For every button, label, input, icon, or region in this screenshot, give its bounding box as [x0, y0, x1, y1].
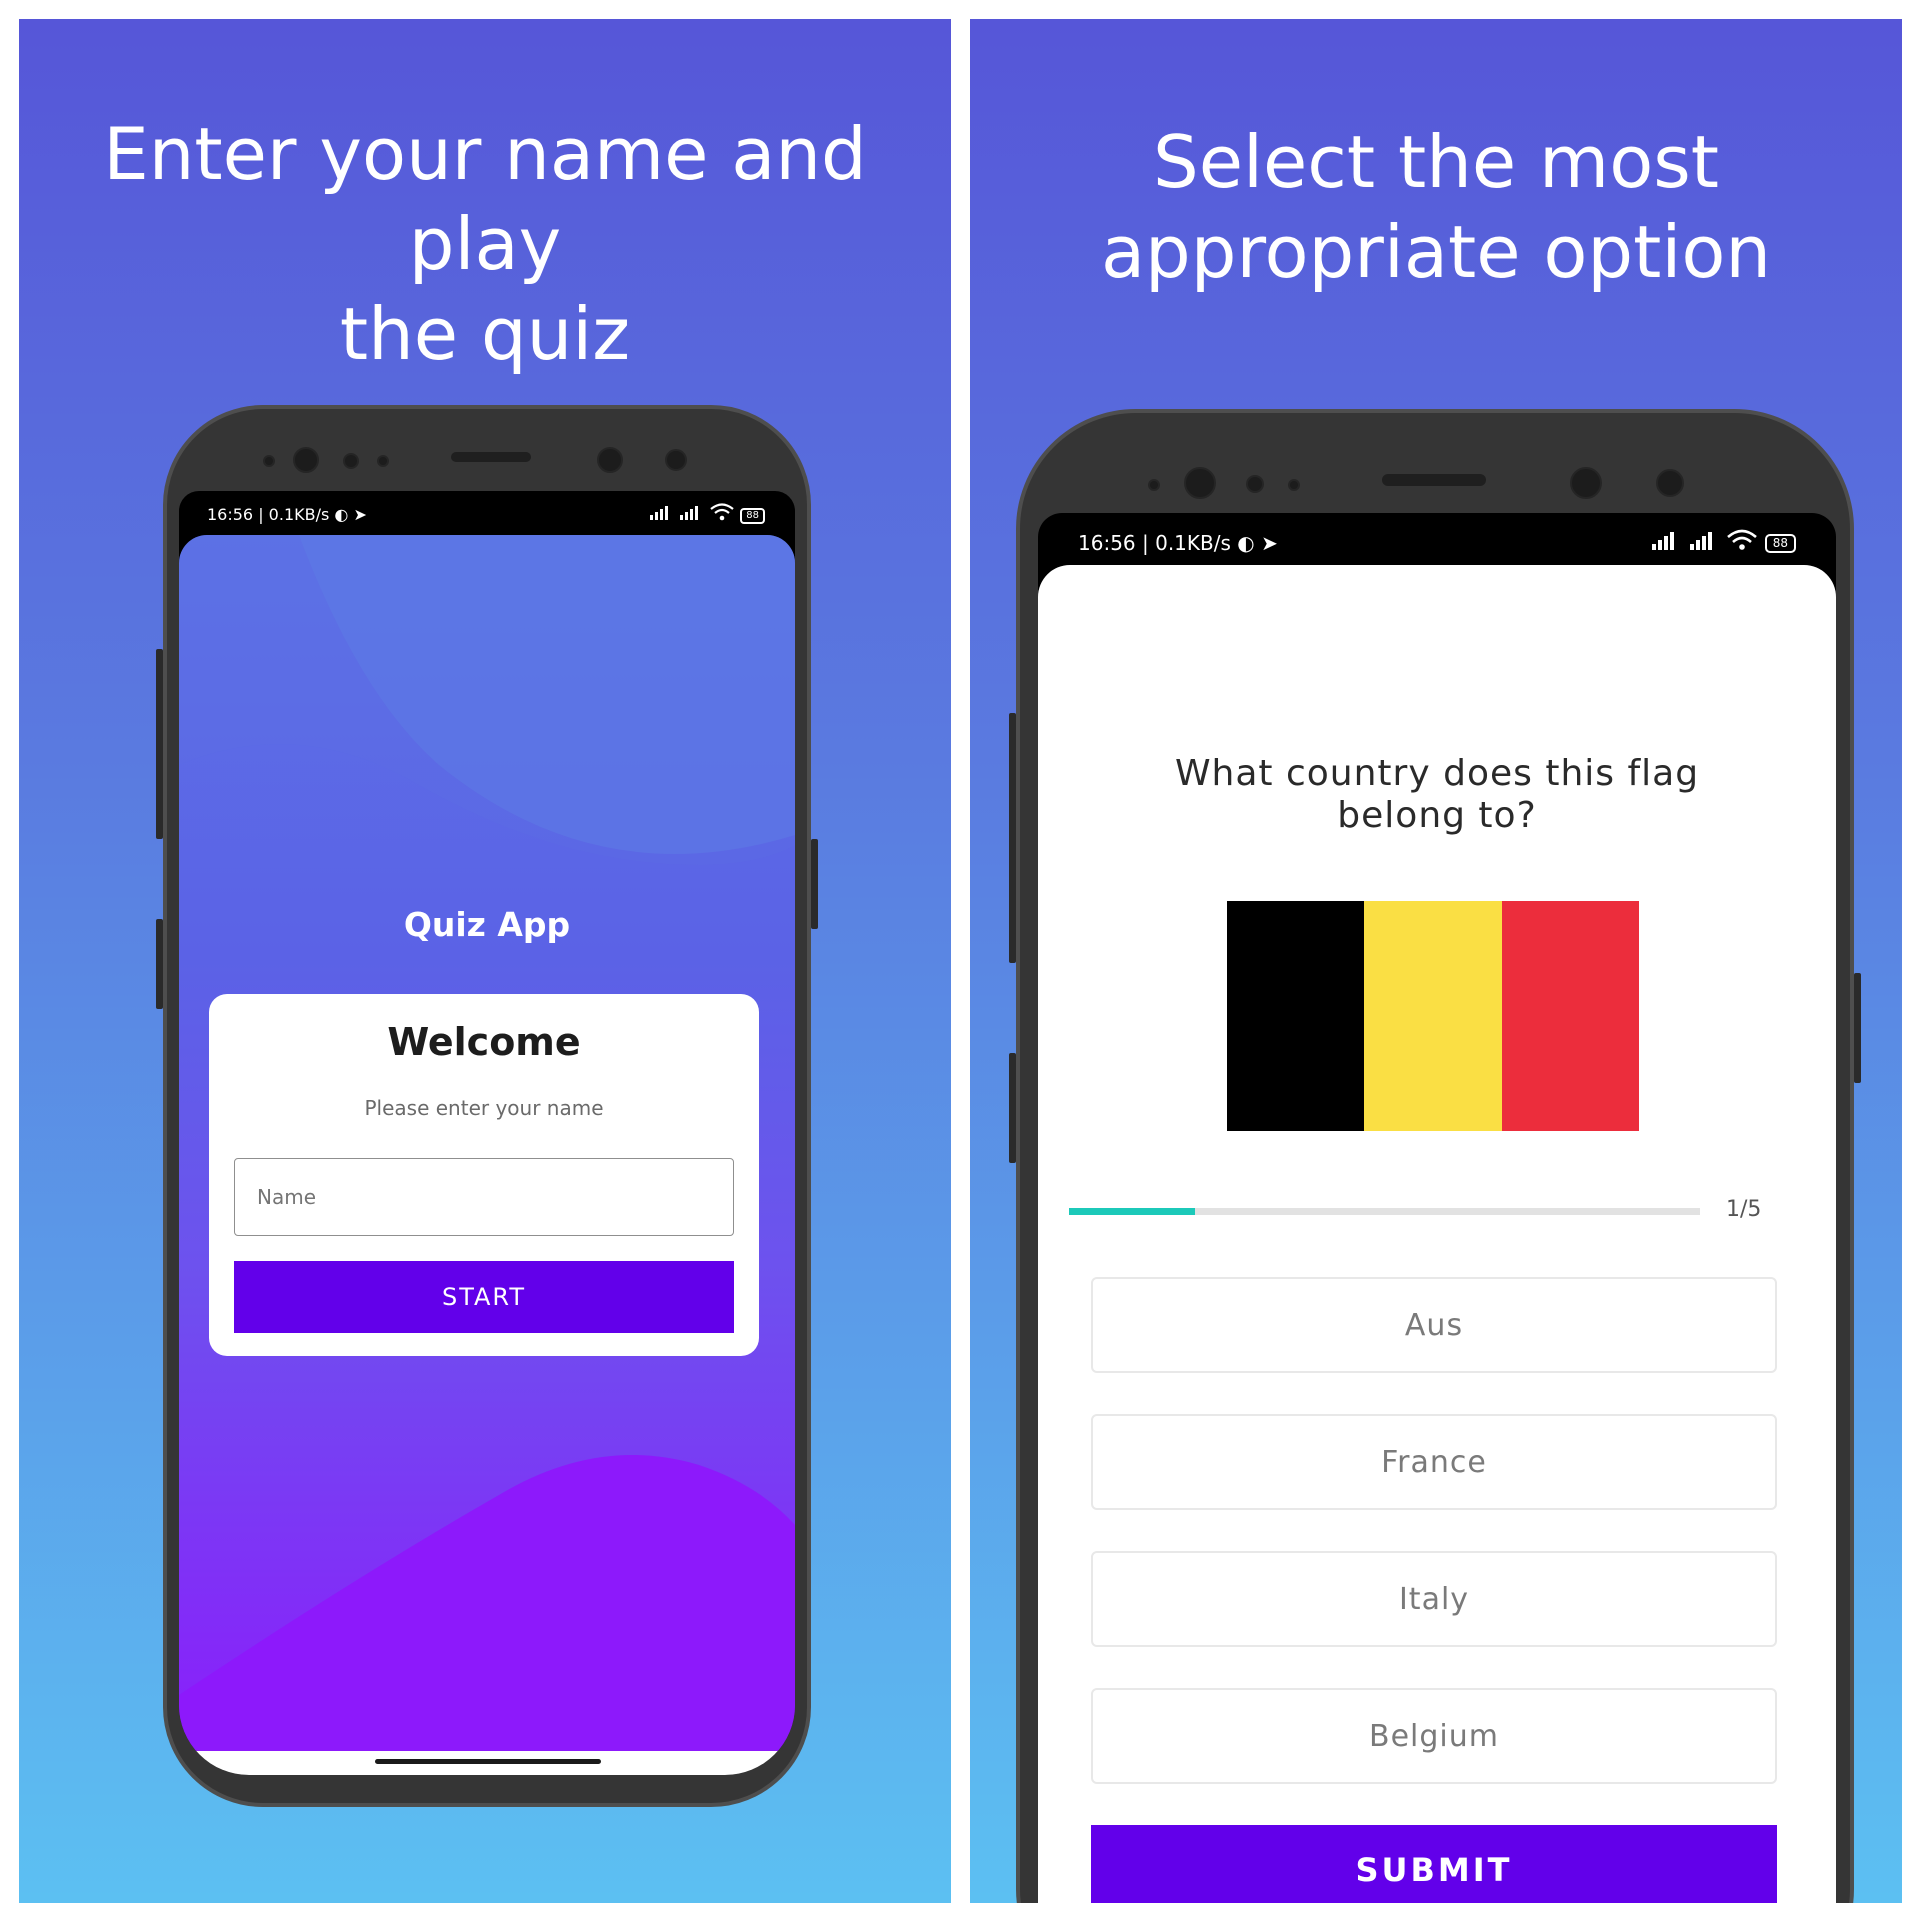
right-wifi-icon [1727, 529, 1758, 550]
option-france[interactable]: France [1091, 1414, 1777, 1510]
submit-button-label: SUBMIT [1355, 1851, 1513, 1889]
right-phone-camera [1184, 467, 1216, 499]
welcome-title: Welcome [387, 1020, 581, 1064]
left-phone-side-button [156, 919, 163, 1009]
start-button-label: START [441, 1283, 527, 1311]
flag-stripe-yellow [1364, 901, 1502, 1131]
option-label: Belgium [1369, 1718, 1499, 1754]
right-status-notification-icon: ◐ [1237, 531, 1255, 555]
flag-stripe-black [1227, 901, 1365, 1131]
progress-bar-fill [1069, 1208, 1196, 1215]
right-phone-power-button [1854, 973, 1861, 1083]
right-promo-panel: Select the most appropriate option 16:56… [970, 19, 1902, 1903]
left-phone-power-button [811, 839, 818, 929]
left-headline-line1: Enter your name and play [103, 112, 867, 286]
right-status-time: 16:56 | 0.1KB/s ◐ ➤ [1078, 531, 1278, 555]
quiz-screen: What country does this flag belong to? 1… [1038, 565, 1836, 1903]
right-headline: Select the most appropriate option [970, 117, 1902, 297]
question-line2: belong to? [1337, 795, 1537, 836]
left-phone-front-camera [597, 447, 623, 473]
right-status-time-text: 16:56 | 0.1KB/s [1078, 531, 1231, 555]
right-phone-screen: 16:56 | 0.1KB/s ◐ ➤ 88 What country does… [1038, 513, 1836, 1903]
right-signal-icon [1652, 532, 1712, 550]
left-wifi-icon [710, 503, 734, 521]
right-phone-sensor [1288, 479, 1300, 491]
flag-image [1227, 901, 1639, 1131]
left-phone-front-camera [665, 449, 687, 471]
left-promo-panel: Enter your name and play the quiz 16:56 … [19, 19, 951, 1903]
left-phone-screen: 16:56 | 0.1KB/s ◐ ➤ 88 Quiz App Welcome … [179, 491, 795, 1775]
left-status-bar: 16:56 | 0.1KB/s ◐ ➤ 88 [179, 491, 795, 535]
option-italy[interactable]: Italy [1091, 1551, 1777, 1647]
right-battery-level: 88 [1772, 536, 1788, 550]
left-phone-camera [293, 447, 319, 473]
option-label: Italy [1398, 1581, 1470, 1617]
left-battery-level: 88 [746, 510, 759, 521]
left-status-time: 16:56 | 0.1KB/s ◐ ➤ [207, 505, 367, 524]
left-status-time-text: 16:56 | 0.1KB/s [207, 505, 330, 524]
right-phone-frame: 16:56 | 0.1KB/s ◐ ➤ 88 What country does… [1009, 409, 1861, 1903]
progress-label: 1/5 [1726, 1197, 1762, 1222]
right-battery-icon: 88 [1764, 534, 1796, 553]
left-signal-icon [650, 506, 699, 520]
question-line1: What country does this flag [1174, 753, 1700, 794]
left-headline-line2: the quiz [339, 292, 631, 376]
start-button[interactable]: START [234, 1261, 734, 1333]
submit-button[interactable]: SUBMIT [1091, 1825, 1777, 1903]
app-title: Quiz App [403, 905, 571, 944]
left-battery-icon: 88 [740, 508, 765, 524]
left-phone-sensor [343, 453, 359, 469]
left-phone-side-button [156, 649, 163, 839]
right-phone-side-button [1009, 1053, 1016, 1163]
option-belgium[interactable]: Belgium [1091, 1688, 1777, 1784]
right-phone-sensor [1246, 475, 1264, 493]
right-phone-front-camera [1656, 469, 1684, 497]
left-phone-speaker [451, 452, 531, 462]
option-aus[interactable]: Aus [1091, 1277, 1777, 1373]
option-label: Aus [1404, 1307, 1464, 1343]
right-phone-sensor [1148, 479, 1160, 491]
welcome-subtitle: Please enter your name [364, 1096, 604, 1120]
right-status-icons: 88 [1650, 529, 1796, 556]
home-indicator[interactable] [375, 1759, 601, 1764]
flag-stripe-red [1501, 901, 1639, 1131]
left-status-notification-icon: ◐ [334, 505, 349, 524]
right-phone-front-camera [1570, 467, 1602, 499]
left-phone-sensor [263, 455, 275, 467]
left-nav-bar [179, 1751, 795, 1775]
right-phone-speaker [1382, 474, 1486, 486]
left-phone-sensor [377, 455, 389, 467]
option-label: France [1381, 1444, 1487, 1480]
welcome-card: Welcome Please enter your name START [209, 994, 759, 1356]
left-status-icons: 88 [648, 503, 765, 525]
right-headline-line1: Select the most [1153, 120, 1719, 204]
left-status-telegram-icon: ➤ [353, 505, 367, 524]
left-phone-frame: 16:56 | 0.1KB/s ◐ ➤ 88 Quiz App Welcome … [156, 405, 818, 1807]
left-app-background: Quiz App Welcome Please enter your name … [179, 535, 795, 1751]
name-input[interactable] [234, 1158, 734, 1236]
right-phone-side-button [1009, 713, 1016, 963]
progress-bar [1069, 1208, 1700, 1215]
right-status-telegram-icon: ➤ [1261, 531, 1278, 555]
left-headline: Enter your name and play the quiz [19, 109, 951, 379]
question-text: What country does this flag belong to? [1038, 753, 1836, 837]
right-status-bar: 16:56 | 0.1KB/s ◐ ➤ 88 [1038, 513, 1836, 565]
right-headline-line2: appropriate option [1100, 210, 1772, 294]
